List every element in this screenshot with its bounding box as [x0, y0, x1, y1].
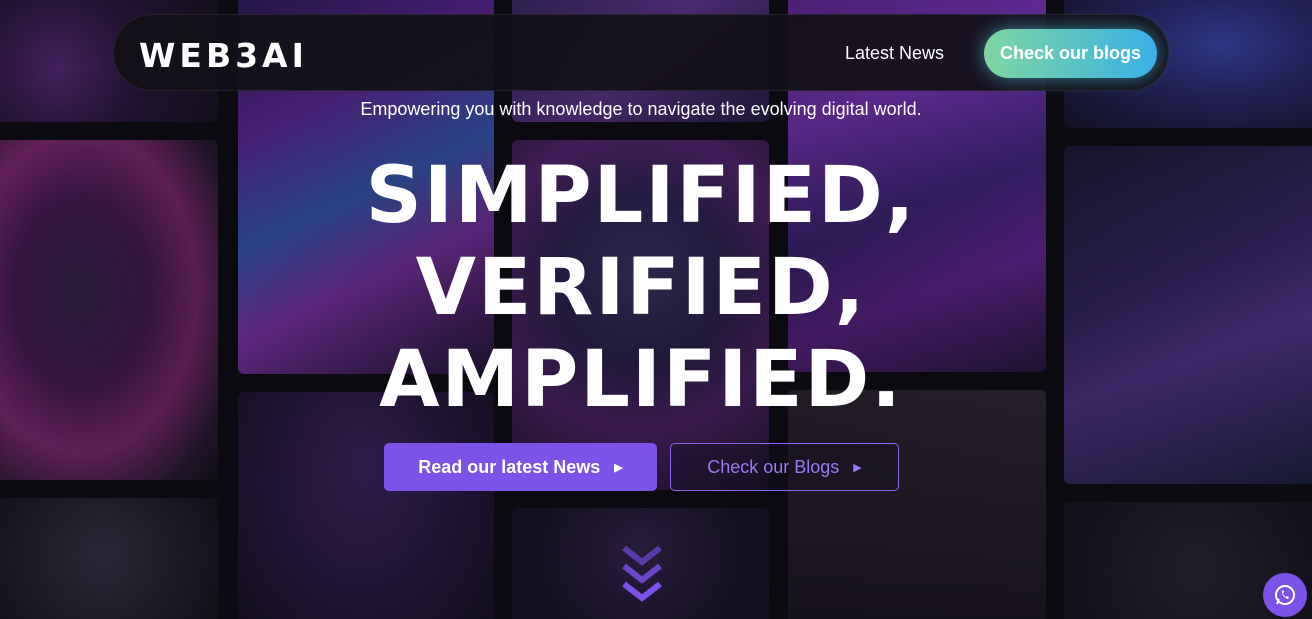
read-latest-news-label: Read our latest News: [418, 456, 601, 477]
whatsapp-icon[interactable]: [1263, 573, 1307, 617]
hero-tagline: Empowering you with knowledge to navigat…: [360, 99, 922, 119]
caret-right-icon: ▶: [614, 462, 623, 475]
hero-headline: SIMPLIFIED, VERIFIED, AMPLIFIED.: [0, 150, 1282, 426]
caret-right-icon: ▶: [853, 462, 862, 475]
site-logo[interactable]: WEB3AI: [139, 36, 308, 75]
headline-line: SIMPLIFIED,: [365, 151, 917, 241]
check-blogs-nav-button[interactable]: Check our blogs: [984, 29, 1157, 78]
nav-latest-news-link[interactable]: Latest News: [845, 43, 944, 64]
headline-line: VERIFIED,: [415, 243, 867, 333]
top-navbar: WEB3AI Latest News Check our blogs: [113, 14, 1169, 91]
headline-line: AMPLIFIED.: [379, 335, 903, 425]
chevrons-down-icon[interactable]: [618, 544, 666, 610]
check-blogs-button[interactable]: Check our Blogs ▶: [670, 443, 899, 491]
read-latest-news-button[interactable]: Read our latest News ▶: [384, 443, 657, 491]
check-blogs-label: Check our Blogs: [707, 456, 840, 477]
